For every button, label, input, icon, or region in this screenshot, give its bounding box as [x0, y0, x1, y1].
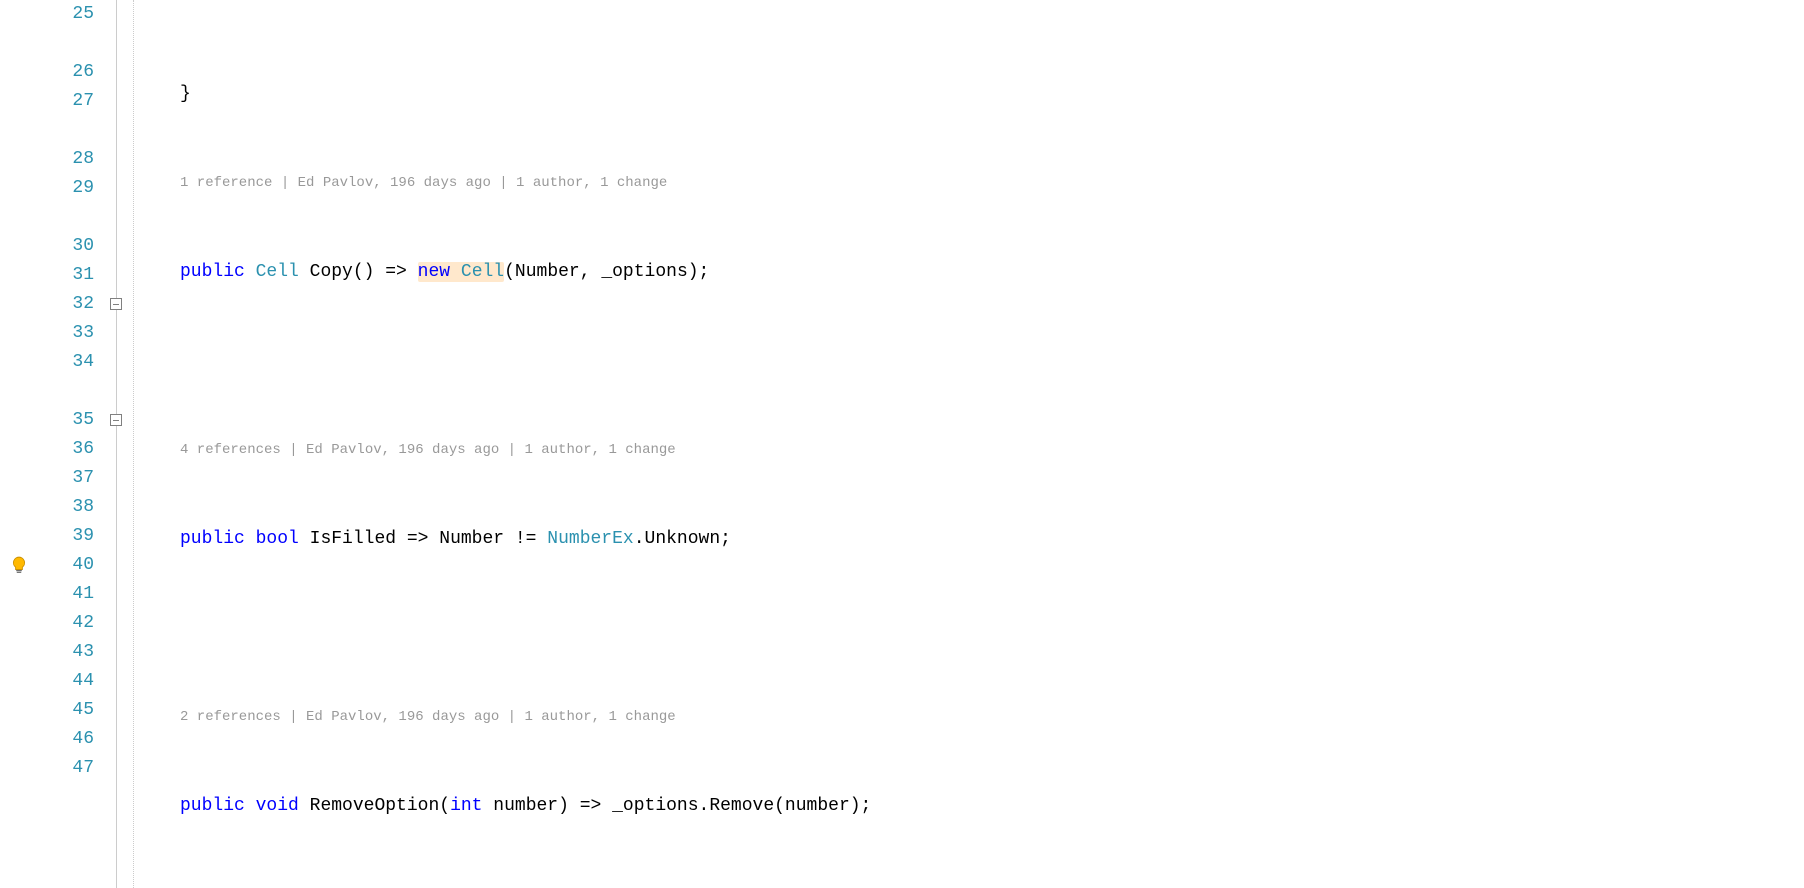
indent-guide — [128, 0, 140, 888]
code-text: number) => _options.Remove(number); — [482, 796, 871, 816]
keyword: public — [180, 262, 245, 282]
line-number: 40 — [38, 551, 94, 580]
code-line[interactable] — [140, 881, 1804, 888]
fold-toggle-icon[interactable] — [110, 298, 122, 310]
line-number: 30 — [38, 232, 94, 261]
line-number: 41 — [38, 580, 94, 609]
line-number: 46 — [38, 725, 94, 754]
line-number: 35 — [38, 406, 94, 435]
code-line[interactable] — [140, 614, 1804, 643]
code-text: RemoveOption( — [299, 796, 450, 816]
keyword: int — [450, 796, 482, 816]
keyword: new — [418, 262, 450, 282]
line-number: 26 — [38, 58, 94, 87]
line-number: 43 — [38, 638, 94, 667]
line-number: 45 — [38, 696, 94, 725]
keyword: public — [180, 529, 245, 549]
type: Cell — [256, 262, 299, 282]
line-number: 28 — [38, 145, 94, 174]
line-number: 38 — [38, 493, 94, 522]
type: NumberEx — [547, 529, 633, 549]
keyword: bool — [256, 529, 299, 549]
code-area[interactable]: } 1 reference | Ed Pavlov, 196 days ago … — [140, 0, 1804, 888]
keyword: void — [256, 796, 299, 816]
outline-margin — [100, 0, 128, 888]
glyph-margin — [0, 0, 38, 888]
line-number: 39 — [38, 522, 94, 551]
line-number: 31 — [38, 261, 94, 290]
code-line[interactable]: public void RemoveOption(int number) => … — [140, 792, 1804, 821]
code-editor[interactable]: 25 26 27 28 29 30 31 32 33 34 35 36 37 3… — [0, 0, 1804, 888]
fold-toggle-icon[interactable] — [110, 414, 122, 426]
code-text: Copy() => — [299, 262, 418, 282]
type: Cell — [461, 262, 504, 282]
code-line[interactable] — [140, 347, 1804, 376]
code-line[interactable]: } — [140, 80, 1804, 109]
code-line[interactable]: public Cell Copy() => new Cell(Number, _… — [140, 258, 1804, 287]
line-number-gutter: 25 26 27 28 29 30 31 32 33 34 35 36 37 3… — [38, 0, 100, 888]
line-number: 25 — [38, 0, 94, 29]
code-line[interactable]: public bool IsFilled => Number != Number… — [140, 525, 1804, 554]
line-number: 27 — [38, 87, 94, 116]
code-text: (Number, _options); — [504, 262, 709, 282]
keyword: public — [180, 796, 245, 816]
code-text: IsFilled => Number != — [299, 529, 547, 549]
line-number: 36 — [38, 435, 94, 464]
line-number: 32 — [38, 290, 94, 319]
line-number: 33 — [38, 319, 94, 348]
brace: } — [180, 84, 191, 104]
line-number: 42 — [38, 609, 94, 638]
codelens[interactable]: 4 references | Ed Pavlov, 196 days ago |… — [140, 436, 1804, 465]
codelens[interactable]: 2 references | Ed Pavlov, 196 days ago |… — [140, 703, 1804, 732]
codelens[interactable]: 1 reference | Ed Pavlov, 196 days ago | … — [140, 169, 1804, 198]
lightbulb-icon[interactable] — [10, 556, 28, 574]
line-number: 44 — [38, 667, 94, 696]
line-number: 47 — [38, 754, 94, 783]
line-number: 37 — [38, 464, 94, 493]
code-text: .Unknown; — [634, 529, 731, 549]
line-number: 29 — [38, 174, 94, 203]
line-number: 34 — [38, 348, 94, 377]
